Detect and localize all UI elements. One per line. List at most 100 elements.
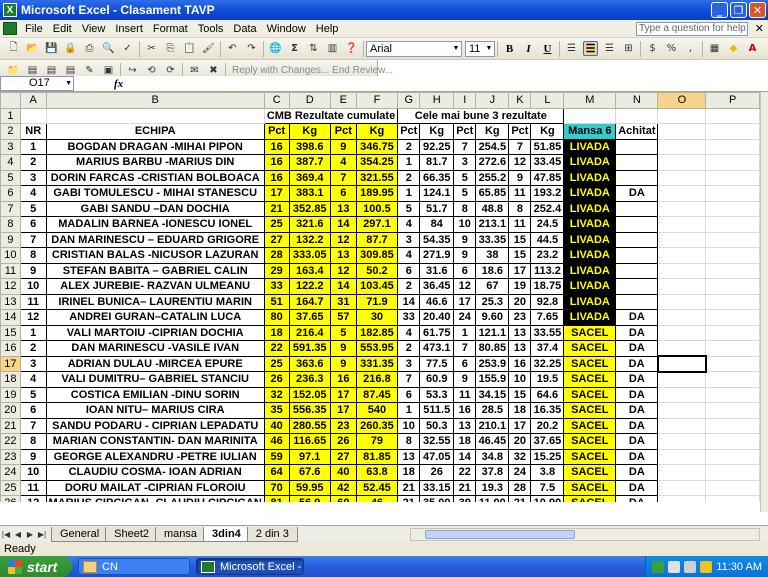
cell-i[interactable]: 1 <box>453 324 477 341</box>
cell-i[interactable]: 22 <box>453 464 477 481</box>
excel-app-icon[interactable]: X <box>3 3 17 17</box>
row-header[interactable]: 11 <box>0 262 21 279</box>
cell-cmb-pct2[interactable]: 31 <box>329 293 357 310</box>
cell-achitat[interactable] <box>615 216 659 233</box>
cell[interactable] <box>657 154 707 171</box>
row-header[interactable]: 25 <box>0 479 21 496</box>
cell-echipa[interactable]: ALEX JUREBIE- RAZVAN ULMEANU <box>45 278 265 295</box>
prev-sheet-icon[interactable]: ◀ <box>12 530 24 539</box>
tray-icon-4[interactable] <box>700 560 713 573</box>
cell-echipa[interactable]: ANDREI GURAN–CATALIN LUCA <box>45 309 265 326</box>
cell-cmb-kg2[interactable]: 260.35 <box>355 417 399 434</box>
cell-cmb-kg[interactable]: 280.55 <box>288 417 331 434</box>
row-header[interactable]: 24 <box>0 464 21 481</box>
cell[interactable] <box>705 479 760 496</box>
fill-color-icon[interactable]: ◆ <box>726 41 741 56</box>
header-mansa6[interactable]: Mansa 6 <box>563 123 617 140</box>
cell-echipa[interactable]: DORIN FARCAS -CRISTIAN BOLBOACA <box>45 169 265 186</box>
cell-cmb-kg2[interactable]: 321.55 <box>355 169 399 186</box>
cell-cmb-pct[interactable]: 22 <box>263 340 290 357</box>
cell-l[interactable]: 19.5 <box>530 371 565 388</box>
cell-j[interactable]: 25.3 <box>475 293 510 310</box>
cell-cmb-kg2[interactable]: 189.95 <box>355 185 399 202</box>
cell-cmb-pct[interactable]: 80 <box>263 309 290 326</box>
cell-h[interactable]: 46.6 <box>419 293 455 310</box>
cell-l[interactable]: 10.90 <box>530 495 565 502</box>
cell[interactable] <box>657 293 707 310</box>
cell-h[interactable]: 92.25 <box>419 138 455 155</box>
menu-format[interactable]: Format <box>148 23 193 35</box>
cell-cmb-pct[interactable]: 18 <box>263 324 290 341</box>
cell[interactable] <box>563 107 617 124</box>
cell-h[interactable]: 473.1 <box>419 340 455 357</box>
cell-h[interactable]: 32.55 <box>419 433 455 450</box>
cell-l[interactable]: 33.45 <box>530 154 565 171</box>
cell-g[interactable]: 13 <box>397 448 421 465</box>
cell-nr[interactable]: 8 <box>19 433 47 450</box>
row-header[interactable]: 10 <box>0 247 21 264</box>
cell-cmb-pct[interactable]: 64 <box>263 464 290 481</box>
cell-cmb-pct[interactable]: 17 <box>263 185 290 202</box>
cell-i[interactable]: 10 <box>453 216 477 233</box>
cell-cmb-kg[interactable]: 236.3 <box>288 371 331 388</box>
header-kg[interactable]: Kg <box>355 123 399 140</box>
cell[interactable] <box>705 200 760 217</box>
cell-cmb-pct2[interactable]: 12 <box>329 231 357 248</box>
currency-button[interactable]: $ <box>645 41 660 56</box>
cell-echipa[interactable]: GABI TOMULESCU - MIHAI STANESCU <box>45 185 265 202</box>
cell-cmb-kg[interactable]: 321.6 <box>288 216 331 233</box>
cell-cmb-kg2[interactable]: 63.8 <box>355 464 399 481</box>
cell-g[interactable]: 7 <box>397 371 421 388</box>
cell-h[interactable]: 50.3 <box>419 417 455 434</box>
row-header[interactable]: 26 <box>0 495 21 502</box>
cell-cmb-pct[interactable]: 46 <box>263 433 290 450</box>
cell-achitat[interactable] <box>615 154 659 171</box>
cell-cmb-pct2[interactable]: 17 <box>329 386 357 403</box>
cell[interactable] <box>705 169 760 186</box>
cell-j[interactable]: 80.85 <box>475 340 510 357</box>
cell-achitat[interactable]: DA <box>615 324 659 341</box>
cell-cmb-kg[interactable]: 97.1 <box>288 448 331 465</box>
row-header[interactable]: 9 <box>0 231 21 248</box>
cell-cmb-pct2[interactable]: 13 <box>329 247 357 264</box>
cell-echipa[interactable]: GABI SANDU –DAN DOCHIA <box>45 200 265 217</box>
spreadsheet-grid[interactable]: A B C D E F G H I J K L M N O P 1 CMB Rezultate cumulate C… <box>0 92 760 502</box>
cell-cmb-kg2[interactable]: 216.8 <box>355 371 399 388</box>
row-header[interactable]: 20 <box>0 402 21 419</box>
cell-i[interactable]: 39 <box>453 495 477 502</box>
cell-i[interactable]: 9 <box>453 371 477 388</box>
align-right-icon[interactable]: ☰ <box>602 41 617 56</box>
cell-nr[interactable]: 5 <box>19 386 47 403</box>
cell-cmb-pct[interactable]: 81 <box>263 495 290 502</box>
cell-l[interactable]: 23.2 <box>530 247 565 264</box>
close-workbook-icon[interactable]: ✕ <box>755 22 764 35</box>
cell-echipa[interactable]: GEORGE ALEXANDRU -PETRE IULIAN <box>45 448 265 465</box>
bold-button[interactable]: B <box>502 41 517 56</box>
permission-icon[interactable]: 🔒 <box>63 41 78 56</box>
start-button[interactable]: start <box>0 556 72 577</box>
cell-cmb-kg2[interactable]: 81.85 <box>355 448 399 465</box>
cell-h[interactable]: 47.05 <box>419 448 455 465</box>
cell-cmb-pct[interactable]: 16 <box>263 138 290 155</box>
cell-l[interactable]: 20.2 <box>530 417 565 434</box>
cell-nr[interactable]: 9 <box>19 262 47 279</box>
header-echipa[interactable]: ECHIPA <box>45 123 265 140</box>
cell-k[interactable]: 11 <box>508 185 532 202</box>
cell-k[interactable]: 32 <box>508 448 532 465</box>
cell-achitat[interactable]: DA <box>615 448 659 465</box>
cell[interactable] <box>705 417 760 434</box>
help-search-input[interactable]: Type a question for help <box>636 22 748 36</box>
cell-nr[interactable]: 10 <box>19 464 47 481</box>
cell-j[interactable]: 38 <box>475 247 510 264</box>
cell-k[interactable]: 20 <box>508 433 532 450</box>
header-achitat[interactable]: Achitat <box>615 123 659 140</box>
cell-cmb-kg[interactable]: 122.2 <box>288 278 331 295</box>
cell-i[interactable]: 18 <box>453 433 477 450</box>
cell-cmb-pct2[interactable]: 5 <box>329 324 357 341</box>
cell-g[interactable]: 4 <box>397 324 421 341</box>
cell-h[interactable]: 54.35 <box>419 231 455 248</box>
column-header-l[interactable]: L <box>530 92 565 109</box>
cell-j[interactable]: 67 <box>475 278 510 295</box>
cell-cmb-kg[interactable]: 387.7 <box>288 154 331 171</box>
row-header[interactable]: 17 <box>0 355 21 372</box>
